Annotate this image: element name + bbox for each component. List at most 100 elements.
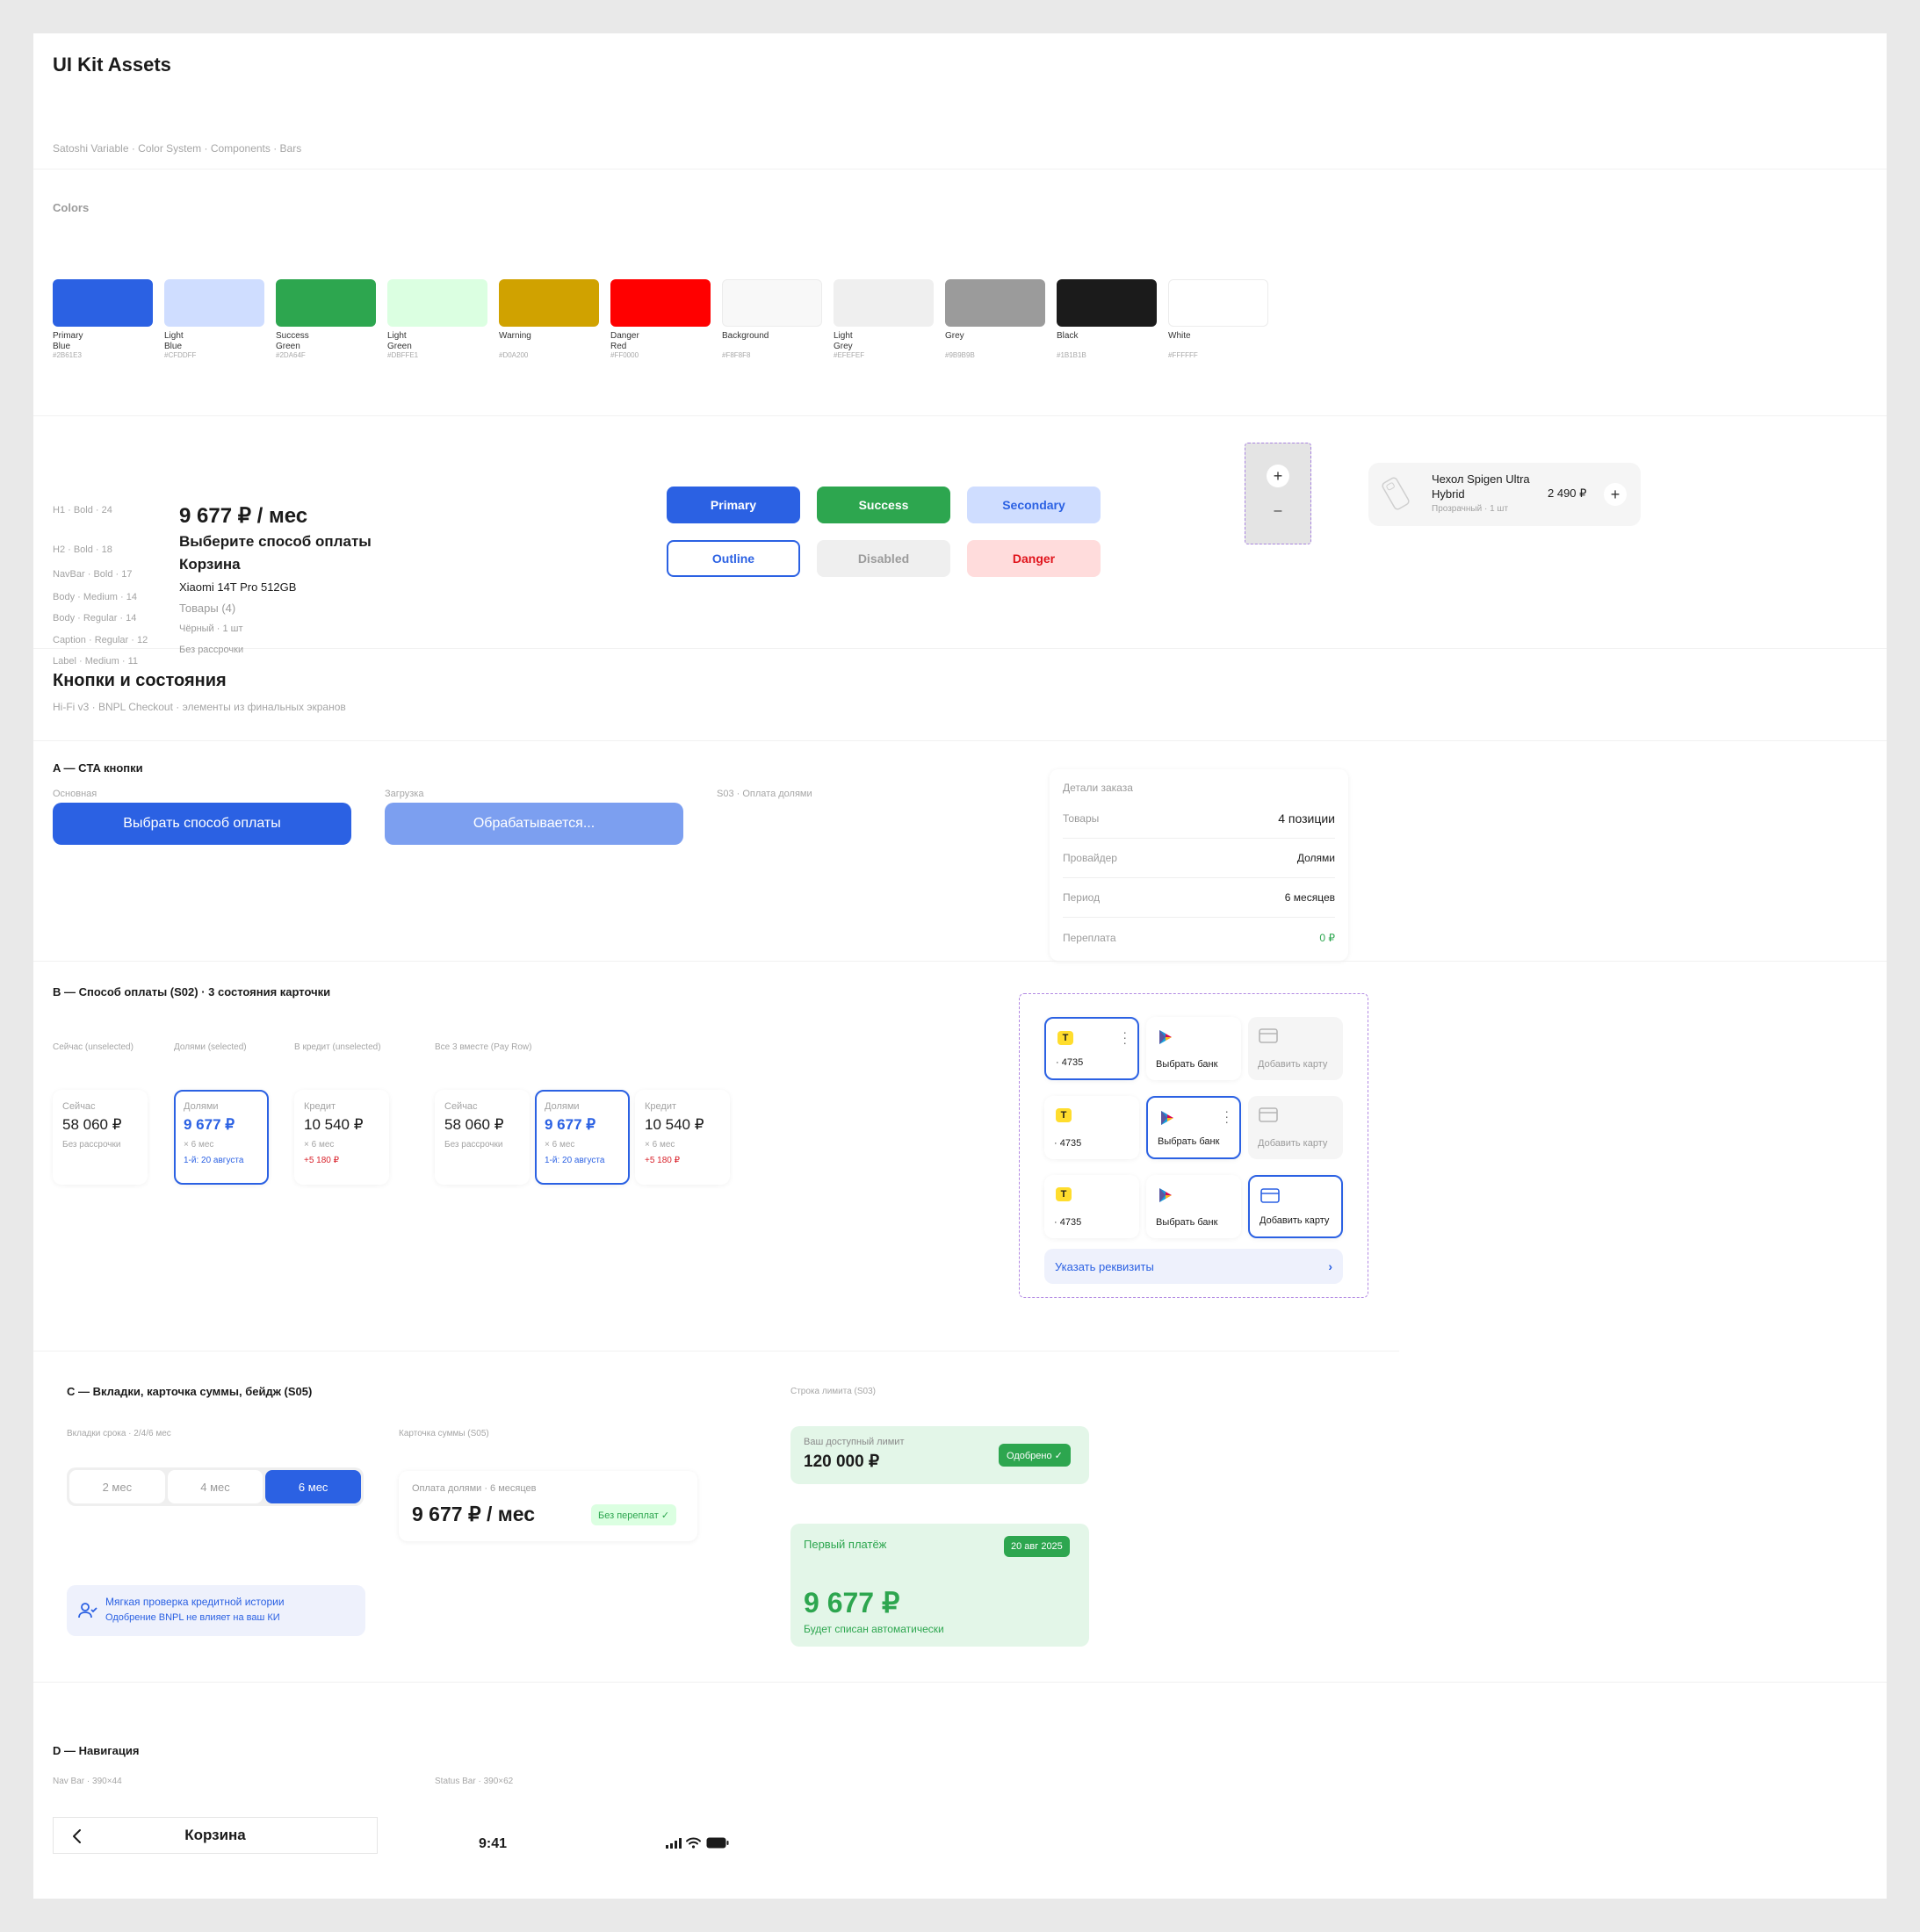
color-name-line: Danger [610,331,639,341]
type-style-label: Body · Regular · 14 [53,613,137,624]
type-style-label: Body · Medium · 14 [53,592,137,602]
color-name: White [1168,331,1265,342]
enter-details-label: Указать реквизиты [1055,1259,1154,1273]
pay-card-label: Кредит [645,1101,677,1112]
pay-card-label: Долями [545,1101,580,1112]
add-card-tile[interactable]: Добавить карту [1248,1017,1343,1080]
more-vertical-icon[interactable]: · · · [1224,1105,1229,1128]
nav-title: Корзина [184,1827,246,1843]
wifi-icon [686,1837,701,1849]
section-a-title: A — CTA кнопки [53,761,143,775]
pay-card-sub: Без рассрочки [62,1140,121,1150]
color-swatch [499,279,599,327]
color-name: Grey [945,331,1042,342]
color-name-line: Background [722,331,769,341]
pay-card-now[interactable]: Сейчас 58 060 ₽ Без рассрочки [435,1090,530,1185]
pay-card-value: 10 540 ₽ [304,1116,364,1133]
tab-6-months[interactable]: 6 мес [265,1470,362,1503]
type-sample: Товары (4) [179,602,236,615]
pay-card-credit[interactable]: Кредит 10 540 ₽ × 6 мес +5 180 ₽ [294,1090,389,1185]
color-hex: #EFEFEF [834,351,865,359]
plus-button[interactable]: + [1267,465,1289,487]
tab-4-months[interactable]: 4 мес [167,1470,263,1503]
tbank-card-tile[interactable]: Т · 4735 [1044,1096,1139,1159]
pay-card-parts[interactable]: Долями 9 677 ₽ × 6 мес 1-й: 20 августа [174,1090,269,1185]
soft-check-subtitle: Одобрение BNPL не влияет на ваш КИ [105,1612,280,1623]
credit-card-icon [1259,1107,1278,1122]
first-payment-subtitle: Будет списан автоматически [804,1623,944,1635]
add-card-label: Добавить карту [1258,1059,1328,1070]
color-swatch [276,279,376,327]
choose-bank-tile[interactable]: · · · Выбрать банк [1146,1096,1241,1159]
order-detail-key: Период [1063,891,1101,904]
color-swatch [53,279,153,327]
color-hex: #F8F8F8 [722,351,751,359]
tabs-label: Вкладки срока · 2/4/6 мес [67,1429,171,1438]
choose-bank-tile[interactable]: Выбрать банк [1146,1175,1241,1238]
color-swatch [164,279,264,327]
pay-card-note: +5 180 ₽ [304,1156,340,1165]
color-name-line: White [1168,331,1191,341]
first-payment-date-badge: 20 авг 2025 [1004,1536,1070,1557]
color-name-line: Warning [499,331,531,341]
tab-2-months[interactable]: 2 мес [69,1470,165,1503]
order-detail-row: Период 6 месяцев [1063,878,1335,918]
sbp-logo-icon [1159,1188,1172,1202]
sum-card: Оплата долями · 6 месяцев 9 677 ₽ / мес … [399,1471,697,1541]
approved-badge: Одобрено ✓ [999,1444,1071,1467]
choose-payment-button[interactable]: Выбрать способ оплаты [53,803,351,845]
pay-card-sub: Без рассрочки [444,1140,503,1150]
limit-card: Ваш доступный лимит 120 000 ₽ Одобрено ✓ [790,1426,1089,1484]
divider [33,961,1887,962]
enter-details-row[interactable]: Указать реквизиты › [1044,1249,1343,1284]
first-payment-caption: Первый платёж [804,1538,887,1551]
minus-button[interactable]: – [1267,500,1289,523]
type-style-label: H1 · Bold · 24 [53,505,112,515]
type-style-label: H2 · Bold · 18 [53,544,112,555]
s03-label: S03 · Оплата долями [717,789,812,799]
color-swatch [722,279,822,327]
more-vertical-icon[interactable]: · · · [1122,1026,1127,1049]
order-detail-key: Провайдер [1063,852,1117,864]
order-detail-key: Переплата [1063,931,1116,944]
soft-check-title: Мягкая проверка кредитной истории [105,1596,285,1608]
product-price: 2 490 ₽ [1548,487,1587,500]
product-row: Чехол Spigen Ultra Hybrid Прозрачный · 1… [1368,463,1641,526]
card-number: · 4735 [1056,1057,1084,1068]
add-card-tile[interactable]: Добавить карту [1248,1175,1343,1238]
color-name-line: Grey [945,331,964,341]
tbank-logo-icon: Т [1057,1031,1073,1045]
order-detail-value: 0 ₽ [1319,931,1335,944]
pay-card-credit[interactable]: Кредит 10 540 ₽ × 6 мес +5 180 ₽ [635,1090,730,1185]
color-name: Warning [499,331,595,342]
chevron-right-icon: › [1328,1259,1332,1273]
color-name: Background [722,331,819,342]
danger-button[interactable]: Danger [967,540,1101,577]
page-title: UI Kit Assets [53,54,171,76]
order-detail-value: 6 месяцев [1284,891,1335,904]
outline-button[interactable]: Outline [667,540,800,577]
signal-icon [666,1838,682,1849]
tbank-card-tile[interactable]: Т · 4735 [1044,1175,1139,1238]
primary-button[interactable]: Primary [667,487,800,523]
tbank-card-tile[interactable]: Т · · · · 4735 [1044,1017,1139,1080]
order-detail-row: Товары 4 позиции [1063,799,1335,839]
add-card-tile[interactable]: Добавить карту [1248,1096,1343,1159]
success-button[interactable]: Success [817,487,950,523]
type-style-label: Caption · Regular · 12 [53,635,148,645]
pay-card-label: Сейчас [62,1101,96,1112]
choose-bank-tile[interactable]: Выбрать банк [1146,1017,1241,1080]
color-hex: #FFFFFF [1168,351,1198,359]
add-button[interactable]: + [1604,483,1627,506]
tbank-logo-icon: Т [1056,1187,1072,1201]
type-sample: Выберите способ оплаты [179,533,372,550]
secondary-button[interactable]: Secondary [967,487,1101,523]
pay-card-value: 9 677 ₽ [545,1116,596,1133]
status-time: 9:41 [479,1836,508,1851]
pay-card-parts[interactable]: Долями 9 677 ₽ × 6 мес 1-й: 20 августа [535,1090,630,1185]
pay-card-now[interactable]: Сейчас 58 060 ₽ Без рассрочки [53,1090,148,1185]
colors-heading: Colors [53,201,90,214]
color-name: Danger Red [610,331,707,352]
loading-cta-label: Загрузка [385,789,424,799]
type-style-label: NavBar · Bold · 17 [53,569,133,580]
